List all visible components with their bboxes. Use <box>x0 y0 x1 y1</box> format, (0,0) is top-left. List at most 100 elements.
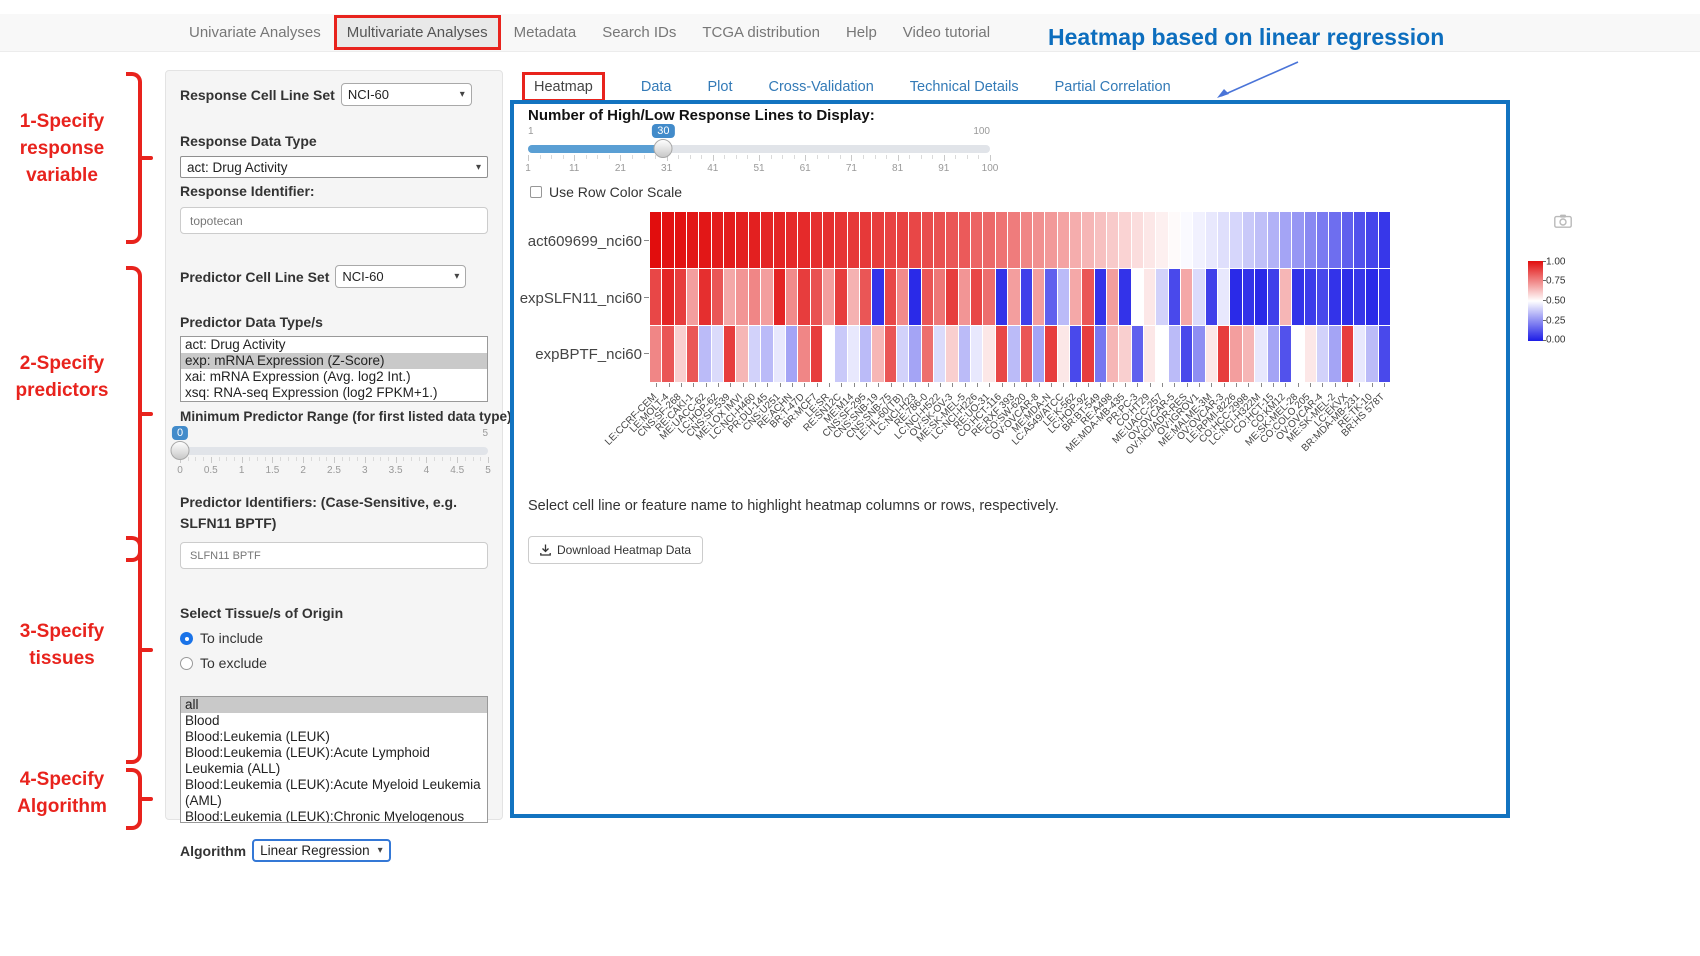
heatmap-cell[interactable] <box>1342 212 1353 268</box>
slider-handle[interactable] <box>654 139 673 158</box>
heatmap-cell[interactable] <box>1280 212 1291 268</box>
heatmap-cell[interactable] <box>1045 326 1056 382</box>
heatmap-cell[interactable] <box>1317 212 1328 268</box>
heatmap-cell[interactable] <box>1206 269 1217 325</box>
heatmap-cell[interactable] <box>811 326 822 382</box>
heatmap-cell[interactable] <box>774 212 785 268</box>
heatmap-cell[interactable] <box>798 326 809 382</box>
heatmap-cell[interactable] <box>1169 326 1180 382</box>
heatmap-cell[interactable] <box>1156 326 1167 382</box>
heatmap-cell[interactable] <box>1033 269 1044 325</box>
heatmap-cell[interactable] <box>1268 269 1279 325</box>
heatmap-cell[interactable] <box>1033 212 1044 268</box>
heatmap-cell[interactable] <box>1058 269 1069 325</box>
heatmap-cell[interactable] <box>1058 212 1069 268</box>
predictor-cell-line-set-select[interactable]: NCI-60▾ <box>335 265 466 288</box>
heatmap-cell[interactable] <box>823 326 834 382</box>
heatmap-cell[interactable] <box>662 269 673 325</box>
heatmap-row-label[interactable]: expSLFN11_nci60 <box>520 290 642 307</box>
heatmap-cell[interactable] <box>946 269 957 325</box>
tab-plot[interactable]: Plot <box>707 79 732 95</box>
heatmap-cell[interactable] <box>1317 326 1328 382</box>
tab-partial-correlation[interactable]: Partial Correlation <box>1055 79 1171 95</box>
heatmap-cell[interactable] <box>1045 212 1056 268</box>
heatmap-cell[interactable] <box>1268 212 1279 268</box>
heatmap-cell[interactable] <box>1243 326 1254 382</box>
heatmap-cell[interactable] <box>724 326 735 382</box>
slider-handle[interactable] <box>171 441 190 460</box>
heatmap-cell[interactable] <box>1305 212 1316 268</box>
nav-metadata[interactable]: Metadata <box>501 15 590 50</box>
heatmap-cell[interactable] <box>675 269 686 325</box>
heatmap-cell[interactable] <box>1107 326 1118 382</box>
heatmap-cell[interactable] <box>1218 326 1229 382</box>
nav-video-tutorial[interactable]: Video tutorial <box>890 15 1003 50</box>
heatmap-cell[interactable] <box>1156 212 1167 268</box>
heatmap-cell[interactable] <box>749 212 760 268</box>
heatmap-cell[interactable] <box>909 269 920 325</box>
heatmap-cell[interactable] <box>699 269 710 325</box>
heatmap-cell[interactable] <box>1379 326 1390 382</box>
heatmap-cell[interactable] <box>1107 212 1118 268</box>
heatmap-cell[interactable] <box>934 212 945 268</box>
heatmap-cell[interactable] <box>712 212 723 268</box>
heatmap-row-label[interactable]: expBPTF_nci60 <box>535 346 642 363</box>
heatmap-cell[interactable] <box>1193 269 1204 325</box>
algorithm-select[interactable]: Linear Regression▾ <box>252 839 391 862</box>
min-predictor-range-slider[interactable]: 0500.511.522.533.544.550 <box>180 428 488 484</box>
heatmap-cell[interactable] <box>1342 269 1353 325</box>
heatmap-cell[interactable] <box>1317 269 1328 325</box>
heatmap-cell[interactable] <box>1292 326 1303 382</box>
heatmap-cell[interactable] <box>1366 269 1377 325</box>
download-heatmap-data-button[interactable]: Download Heatmap Data <box>528 536 703 564</box>
heatmap-cell[interactable] <box>1021 212 1032 268</box>
tab-technical-details[interactable]: Technical Details <box>910 79 1019 95</box>
heatmap-cell[interactable] <box>1379 212 1390 268</box>
response-identifier-input[interactable]: topotecan <box>180 207 488 234</box>
list-item[interactable]: xsq: RNA-seq Expression (log2 FPKM+1.) <box>181 385 487 401</box>
heatmap-cell[interactable] <box>687 269 698 325</box>
heatmap-cell[interactable] <box>736 326 747 382</box>
row-color-scale-checkbox[interactable]: Use Row Color Scale <box>530 184 682 200</box>
heatmap-cell[interactable] <box>736 212 747 268</box>
heatmap-cell[interactable] <box>1144 269 1155 325</box>
heatmap-cell[interactable] <box>1206 326 1217 382</box>
heatmap-cell[interactable] <box>1354 212 1365 268</box>
heatmap-cell[interactable] <box>897 212 908 268</box>
heatmap-cell[interactable] <box>885 269 896 325</box>
tab-cross-validation[interactable]: Cross-Validation <box>768 79 873 95</box>
nav-univariate-analyses[interactable]: Univariate Analyses <box>176 15 334 50</box>
heatmap-cell[interactable] <box>675 212 686 268</box>
heatmap-cell[interactable] <box>1230 269 1241 325</box>
heatmap-cell[interactable] <box>712 269 723 325</box>
heatmap-cell[interactable] <box>736 269 747 325</box>
heatmap-cell[interactable] <box>761 326 772 382</box>
heatmap-cell[interactable] <box>1008 326 1019 382</box>
heatmap-cell[interactable] <box>811 212 822 268</box>
heatmap-cell[interactable] <box>1181 212 1192 268</box>
heatmap-cell[interactable] <box>798 269 809 325</box>
heatmap-cell[interactable] <box>774 269 785 325</box>
heatmap-cell[interactable] <box>1243 212 1254 268</box>
heatmap-cell[interactable] <box>872 212 883 268</box>
heatmap-cell[interactable] <box>909 212 920 268</box>
list-item[interactable]: exp: mRNA Expression (Z-Score) <box>181 353 487 369</box>
heatmap-cell[interactable] <box>1119 326 1130 382</box>
lines-to-display-slider[interactable]: 1100111213141516171819110030 <box>528 126 990 182</box>
list-item[interactable]: all <box>181 697 487 713</box>
heatmap-cell[interactable] <box>1255 269 1266 325</box>
heatmap-cell[interactable] <box>1070 269 1081 325</box>
heatmap-cell[interactable] <box>996 212 1007 268</box>
heatmap-cell[interactable] <box>1045 269 1056 325</box>
heatmap-cell[interactable] <box>823 269 834 325</box>
heatmap-cell[interactable] <box>1070 326 1081 382</box>
heatmap-cell[interactable] <box>1119 212 1130 268</box>
heatmap-cell[interactable] <box>687 212 698 268</box>
heatmap-cell[interactable] <box>1280 269 1291 325</box>
heatmap-cell[interactable] <box>1058 326 1069 382</box>
heatmap-cell[interactable] <box>922 326 933 382</box>
heatmap-cell[interactable] <box>1218 269 1229 325</box>
heatmap-cell[interactable] <box>959 212 970 268</box>
heatmap-cell[interactable] <box>885 326 896 382</box>
nav-search-ids[interactable]: Search IDs <box>589 15 689 50</box>
